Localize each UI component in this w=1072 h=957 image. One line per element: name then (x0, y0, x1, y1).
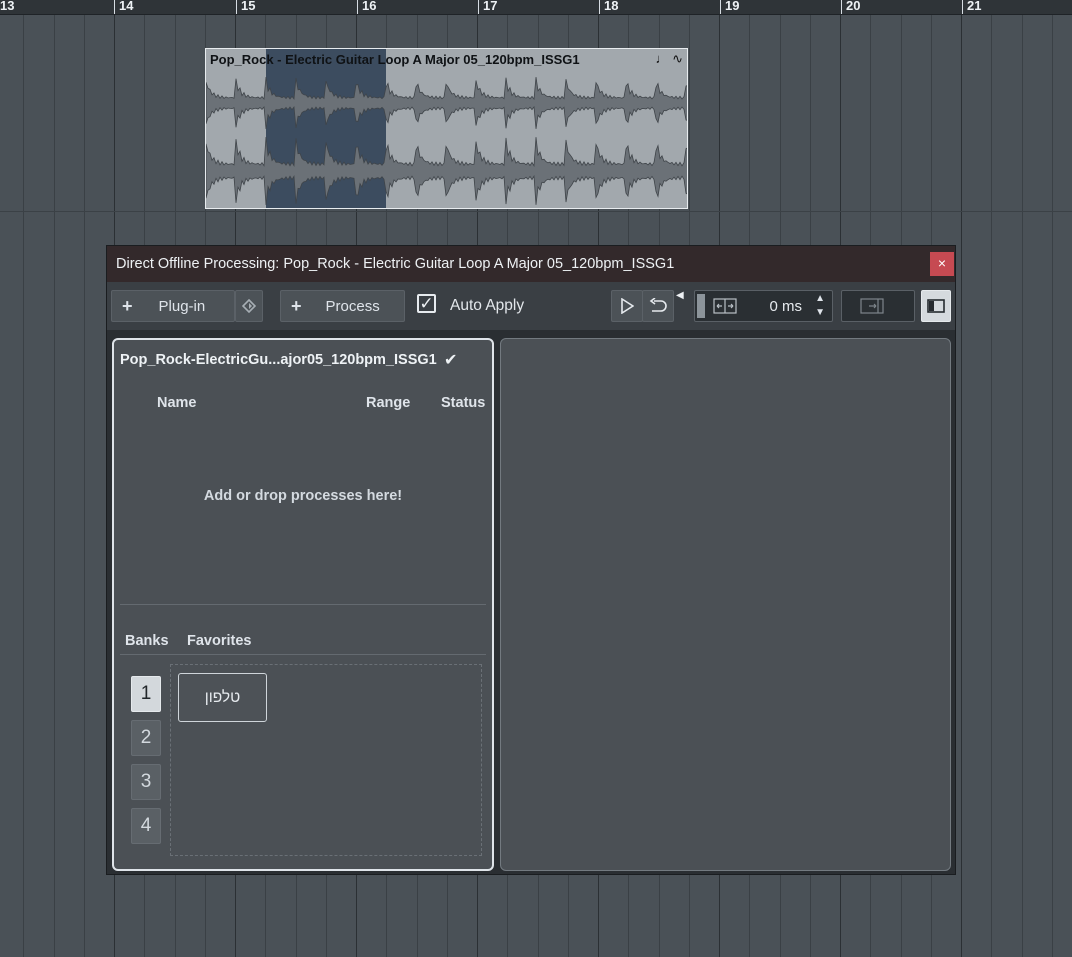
postroll-field[interactable] (841, 290, 915, 322)
play-icon (621, 298, 634, 314)
grid-line (54, 15, 55, 957)
waveform-icon: ∿ (672, 51, 683, 66)
auto-apply-checkbox[interactable]: ✓ (417, 294, 436, 313)
plugin-button-label: Plug-in (158, 297, 206, 315)
column-header-name: Name (157, 395, 197, 411)
note-icon: ♩ (655, 51, 669, 66)
preroll-slider-handle[interactable] (697, 294, 705, 318)
waveform-display (206, 76, 687, 206)
loop-icon (649, 298, 667, 312)
close-button[interactable]: × (930, 252, 954, 276)
drop-processes-hint[interactable]: Add or drop processes here! (114, 488, 492, 504)
add-plugin-button[interactable]: + Plug-in (111, 290, 235, 322)
preview-play-button[interactable] (611, 290, 643, 322)
dialog-toolbar: + Plug-in + Process ✓ Auto Apply ◀ 0 ms … (107, 282, 955, 330)
process-button-label: Process (325, 297, 380, 315)
ruler-mark-16: 16 (357, 0, 376, 14)
checkmark-icon: ✔ (444, 352, 458, 369)
ruler-mark-14: 14 (114, 0, 133, 14)
preview-loop-button[interactable] (642, 290, 674, 322)
plus-icon: + (291, 295, 302, 316)
column-header-status: Status (441, 395, 486, 411)
triangle-left-icon: ◀ (676, 290, 684, 301)
divider (120, 604, 486, 605)
plus-icon: + (122, 295, 133, 316)
track-divider (0, 211, 1072, 212)
grid-line (961, 15, 962, 957)
ruler-mark-18: 18 (599, 0, 618, 14)
grid-line (1022, 15, 1023, 957)
postroll-range-icon (860, 298, 884, 314)
preroll-field[interactable]: 0 ms ▲ ▼ (694, 290, 833, 322)
ruler-mark-21: 21 (962, 0, 981, 14)
grid-line (1052, 15, 1053, 957)
event-title: Pop_Rock - Electric Guitar Loop A Major … (210, 52, 580, 67)
bank-button-3[interactable]: 3 (131, 764, 161, 800)
divider (120, 654, 486, 655)
waveform-channel (206, 76, 687, 130)
ruler-mark-20: 20 (841, 0, 860, 14)
bank-button-4[interactable]: 4 (131, 808, 161, 844)
clip-name: Pop_Rock-ElectricGu...ajor05_120bpm_ISSG… (120, 352, 437, 368)
grid-line (23, 15, 24, 957)
waveform-channel (206, 136, 687, 206)
event-status-icons: ♩ ∿ (655, 51, 683, 67)
grid-line (84, 15, 85, 957)
panel-layout-icon (927, 299, 945, 313)
grid-line (991, 15, 992, 957)
banks-label: Banks (125, 633, 169, 649)
column-header-range: Range (366, 395, 411, 411)
close-icon: × (937, 255, 947, 271)
auto-apply-label[interactable]: Auto Apply (450, 297, 524, 315)
bank-button-2[interactable]: 2 (131, 720, 161, 756)
crossfade-range-icon (713, 298, 737, 314)
process-chain-panel: Pop_Rock-ElectricGu...ajor05_120bpm_ISSG… (112, 338, 494, 871)
preroll-stepper-icon[interactable]: ▲ ▼ (815, 292, 825, 320)
add-process-button[interactable]: + Process (280, 290, 405, 322)
favorite-slot[interactable]: טלפון (178, 673, 267, 722)
timeline-ruler[interactable]: 13 14 15 16 17 18 19 20 21 (0, 0, 1072, 15)
preset-diamond-icon (242, 299, 256, 313)
dialog-titlebar[interactable]: Direct Offline Processing: Pop_Rock - El… (107, 246, 955, 282)
plugin-preset-button[interactable] (235, 290, 263, 322)
direct-offline-processing-dialog: Direct Offline Processing: Pop_Rock - El… (106, 245, 956, 875)
ruler-mark-15: 15 (236, 0, 255, 14)
preroll-value: 0 ms (769, 298, 802, 315)
bank-button-1[interactable]: 1 (131, 676, 161, 712)
ruler-mark-13: 13 (0, 0, 14, 14)
audio-event[interactable]: Pop_Rock - Electric Guitar Loop A Major … (205, 48, 688, 209)
ruler-mark-17: 17 (478, 0, 497, 14)
toggle-layout-button[interactable] (921, 290, 951, 322)
favorites-label: Favorites (187, 633, 252, 649)
checkmark-icon: ✓ (419, 294, 434, 313)
dialog-title: Direct Offline Processing: Pop_Rock - El… (116, 256, 675, 272)
ruler-mark-19: 19 (720, 0, 739, 14)
process-parameters-panel (500, 338, 951, 871)
